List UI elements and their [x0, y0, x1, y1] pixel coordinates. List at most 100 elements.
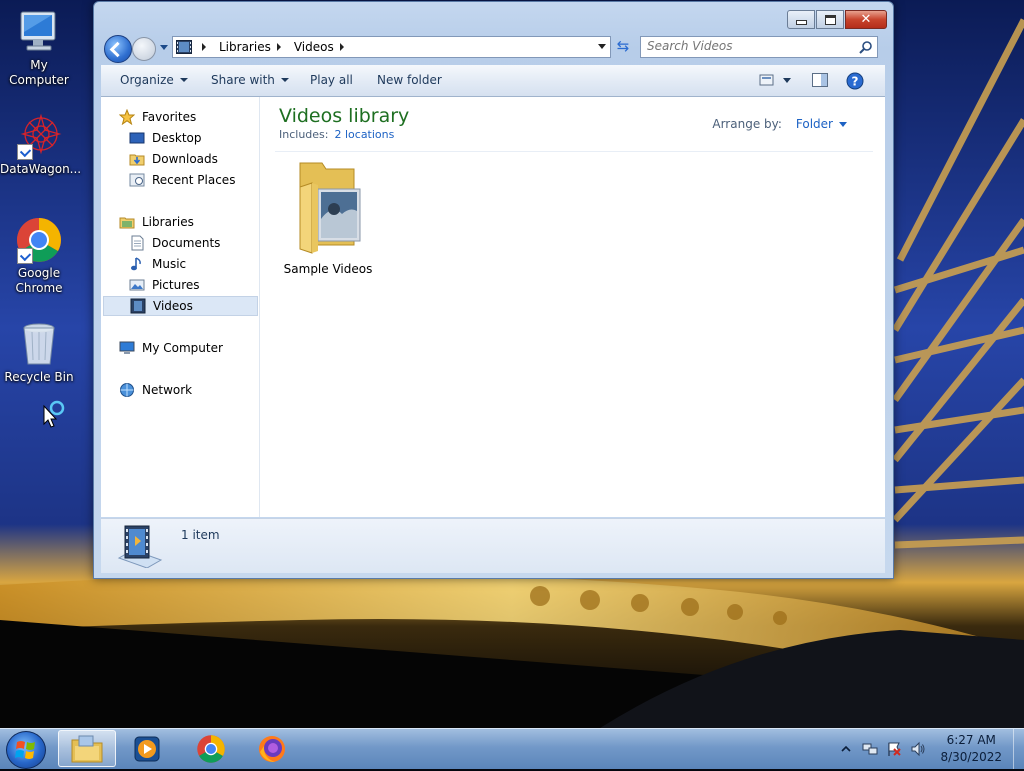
- show-desktop-button[interactable]: [1013, 729, 1024, 769]
- nav-item-network[interactable]: Network: [119, 380, 258, 400]
- arrange-by-value: Folder: [795, 117, 833, 131]
- video-folder-icon: [299, 162, 361, 254]
- breadcrumb-libraries[interactable]: Libraries: [219, 40, 288, 54]
- change-view-button[interactable]: [759, 72, 793, 88]
- busy-cursor-icon: [43, 400, 65, 428]
- nav-label: Libraries: [142, 215, 194, 229]
- nav-label: Music: [152, 257, 187, 271]
- star-icon: [119, 109, 135, 125]
- organize-button[interactable]: Organize: [120, 73, 188, 87]
- video-library-icon: [130, 298, 146, 314]
- libraries-icon: [119, 217, 135, 229]
- search-input[interactable]: [641, 37, 847, 55]
- music-note-icon: [131, 257, 141, 271]
- chrome-icon: [15, 216, 63, 264]
- media-player-icon: [134, 736, 160, 761]
- nav-label: Videos: [153, 299, 193, 313]
- taskbar-windows-media-player[interactable]: [118, 730, 176, 767]
- pictures-icon: [129, 279, 145, 291]
- nav-label: Network: [142, 383, 193, 397]
- recycle-bin-icon: [15, 320, 63, 368]
- play-all-button[interactable]: Play all: [310, 73, 353, 87]
- new-folder-button[interactable]: New folder: [377, 73, 442, 87]
- action-center-flag-icon[interactable]: [886, 741, 902, 757]
- folder-icon: [71, 735, 103, 762]
- share-with-label: Share with: [211, 73, 275, 87]
- desktop-icon-my-computer[interactable]: My Computer: [0, 8, 78, 88]
- forward-button[interactable]: [132, 37, 156, 61]
- chevron-right-icon: [339, 43, 344, 51]
- arrange-by-dropdown[interactable]: Folder: [796, 117, 847, 131]
- nav-label: Documents: [152, 236, 221, 250]
- arrange-by-label: Arrange by:: [712, 117, 782, 131]
- navigation-bar: Libraries Videos ⇆: [102, 34, 885, 63]
- maximize-icon: [824, 14, 836, 25]
- address-bar[interactable]: Libraries Videos: [172, 36, 611, 58]
- nav-label: Recent Places: [152, 173, 236, 187]
- taskbar-windows-explorer[interactable]: [58, 730, 116, 767]
- nav-label: My Computer: [142, 341, 223, 355]
- item-count: 1 item: [181, 528, 220, 542]
- nav-item-desktop[interactable]: Desktop: [129, 128, 258, 148]
- folder-sample-videos[interactable]: Sample Videos: [282, 159, 374, 276]
- nav-item-videos[interactable]: Videos: [103, 296, 258, 316]
- includes-locations-link[interactable]: 2 locations: [334, 128, 394, 141]
- nav-item-recent-places[interactable]: Recent Places: [129, 170, 258, 190]
- minimize-button[interactable]: [787, 10, 815, 29]
- desktop-icon: [129, 132, 145, 144]
- desktop-icon-label: Recycle Bin: [4, 370, 74, 384]
- taskbar-google-chrome[interactable]: [182, 730, 240, 767]
- desktop-icon-google-chrome[interactable]: Google Chrome: [0, 216, 78, 296]
- taskbar-firefox[interactable]: [243, 730, 301, 767]
- volume-icon[interactable]: [910, 741, 926, 757]
- nav-item-libraries[interactable]: Libraries: [119, 212, 258, 232]
- close-button[interactable]: ✕: [845, 10, 887, 29]
- nav-label: Pictures: [152, 278, 200, 292]
- chevron-down-icon: [839, 121, 847, 127]
- nav-label: Desktop: [152, 131, 202, 145]
- nav-item-favorites[interactable]: Favorites: [119, 107, 258, 127]
- address-history-dropdown-icon[interactable]: [598, 44, 606, 49]
- breadcrumb-label: Videos: [293, 40, 334, 54]
- taskbar: 6:27 AM 8/30/2022: [0, 728, 1024, 769]
- desktop-icon-recycle-bin[interactable]: Recycle Bin: [0, 320, 78, 385]
- network-icon: [120, 383, 134, 397]
- share-with-button[interactable]: Share with: [211, 73, 289, 87]
- play-all-label: Play all: [310, 73, 353, 87]
- desktop-icon-label: My Computer: [9, 58, 69, 87]
- search-icon[interactable]: [859, 40, 873, 54]
- svg-text:?: ?: [852, 75, 859, 89]
- explorer-window: ✕ Libraries Videos ⇆ Organize S: [93, 1, 894, 579]
- breadcrumb-videos[interactable]: Videos: [294, 40, 351, 54]
- nav-item-pictures[interactable]: Pictures: [129, 275, 258, 295]
- desktop-icon-datawagon[interactable]: DataWagon...: [0, 112, 81, 177]
- new-folder-label: New folder: [377, 73, 442, 87]
- search-box[interactable]: [640, 36, 878, 58]
- nav-item-downloads[interactable]: Downloads: [129, 149, 258, 169]
- back-button[interactable]: [104, 35, 132, 63]
- breadcrumb-separator[interactable]: [196, 43, 213, 51]
- library-title: Videos library: [279, 105, 410, 127]
- chevron-down-icon: [280, 78, 289, 82]
- chevron-right-icon: [202, 43, 206, 51]
- start-button[interactable]: [6, 731, 46, 769]
- network-tray-icon[interactable]: [862, 741, 878, 757]
- computer-icon: [15, 8, 63, 56]
- preview-pane-button[interactable]: [812, 72, 828, 88]
- nav-item-documents[interactable]: Documents: [129, 233, 258, 253]
- maximize-button[interactable]: [816, 10, 844, 29]
- nav-item-music[interactable]: Music: [129, 254, 258, 274]
- library-includes: Includes: 2 locations: [279, 128, 394, 141]
- close-icon: ✕: [860, 12, 872, 27]
- show-hidden-icons-icon[interactable]: [838, 741, 854, 757]
- datawagon-icon: [15, 112, 63, 160]
- nav-item-my-computer[interactable]: My Computer: [119, 338, 258, 358]
- recent-pages-dropdown[interactable]: [160, 45, 168, 50]
- windows-logo-icon: [15, 741, 35, 759]
- navigation-pane: Favorites Desktop Downloads Recent Place…: [101, 97, 260, 517]
- clock[interactable]: 6:27 AM 8/30/2022: [940, 732, 1002, 766]
- file-view: Videos library Includes: 2 locations Arra…: [260, 97, 885, 517]
- video-library-large-icon: [117, 525, 163, 568]
- refresh-button[interactable]: ⇆: [613, 36, 633, 56]
- help-icon[interactable]: ?: [846, 72, 864, 90]
